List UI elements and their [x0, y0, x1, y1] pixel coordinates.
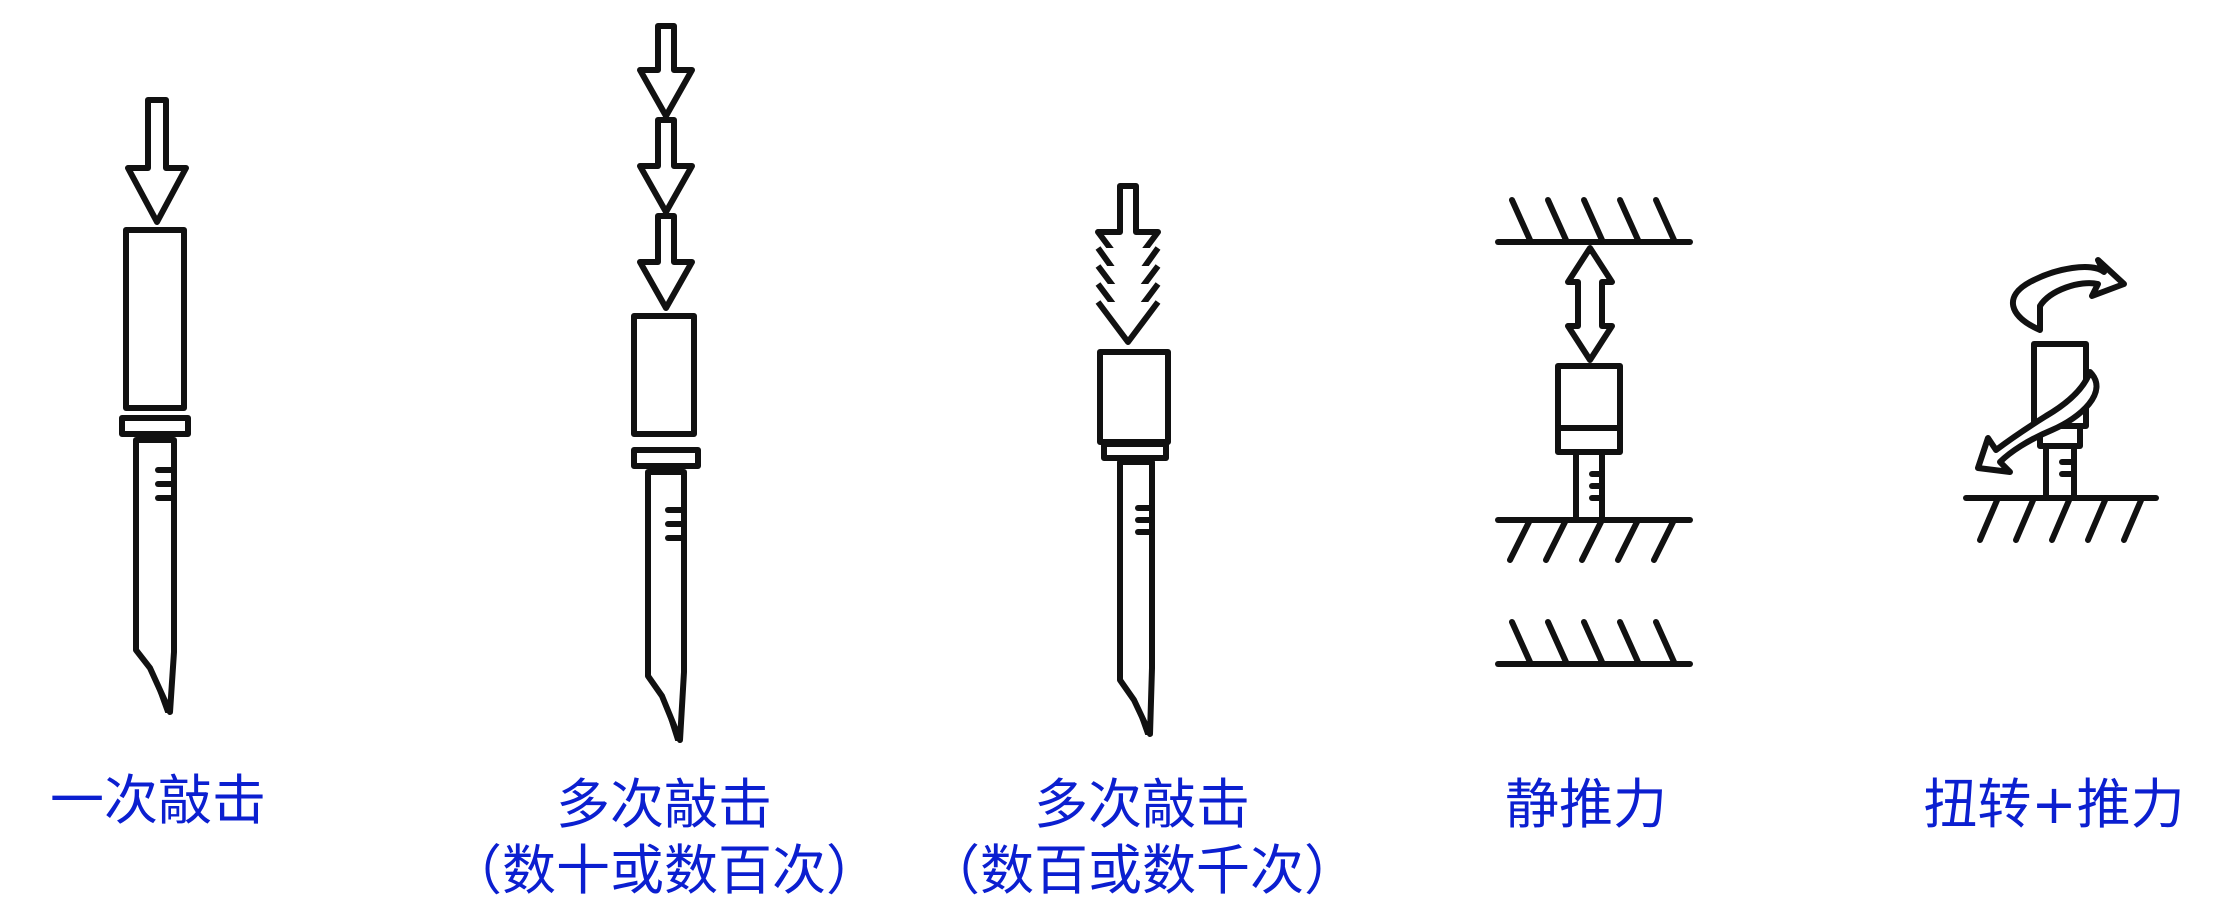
punch-tool	[631, 313, 701, 743]
strike-arrow	[125, 97, 189, 225]
caption-line: 多次敲击	[556, 773, 772, 836]
strike-arrows-stacked	[1095, 183, 1161, 345]
figure-multi-strike-hundreds	[1095, 183, 1171, 737]
caption-multi-strike-hundreds: 多次敲击 （数百或数千次）	[926, 772, 1358, 904]
lower-surface	[1495, 619, 1693, 667]
strike-arrows-triple	[637, 23, 695, 311]
punch-tool	[1555, 363, 1623, 523]
caption-line: 静推力	[1505, 773, 1667, 836]
caption-line: 多次敲击	[1034, 773, 1250, 836]
caption-line: 扭转+推力	[1923, 773, 2185, 836]
figure-static-push	[1495, 197, 1693, 667]
caption-line: 一次敲击	[50, 769, 266, 832]
figure-twist-push	[1963, 257, 2159, 543]
caption-twist-push: 扭转+推力	[1923, 772, 2184, 838]
caption-line: （数百或数千次）	[926, 839, 1358, 902]
punch-tool	[119, 227, 191, 715]
caption-line: （数十或数百次）	[448, 839, 880, 902]
caption-single-strike: 一次敲击	[50, 768, 266, 834]
punch-tool	[1097, 349, 1171, 737]
double-arrow	[1565, 245, 1615, 363]
caption-static-push: 静推力	[1505, 772, 1667, 838]
top-surface	[1495, 197, 1693, 245]
bottom-surface	[1495, 517, 1693, 563]
figure-multi-strike-tens	[631, 23, 701, 743]
ground-surface	[1963, 495, 2159, 543]
figure-single-strike	[119, 97, 191, 715]
caption-multi-strike-tens: 多次敲击 （数十或数百次）	[448, 772, 880, 904]
